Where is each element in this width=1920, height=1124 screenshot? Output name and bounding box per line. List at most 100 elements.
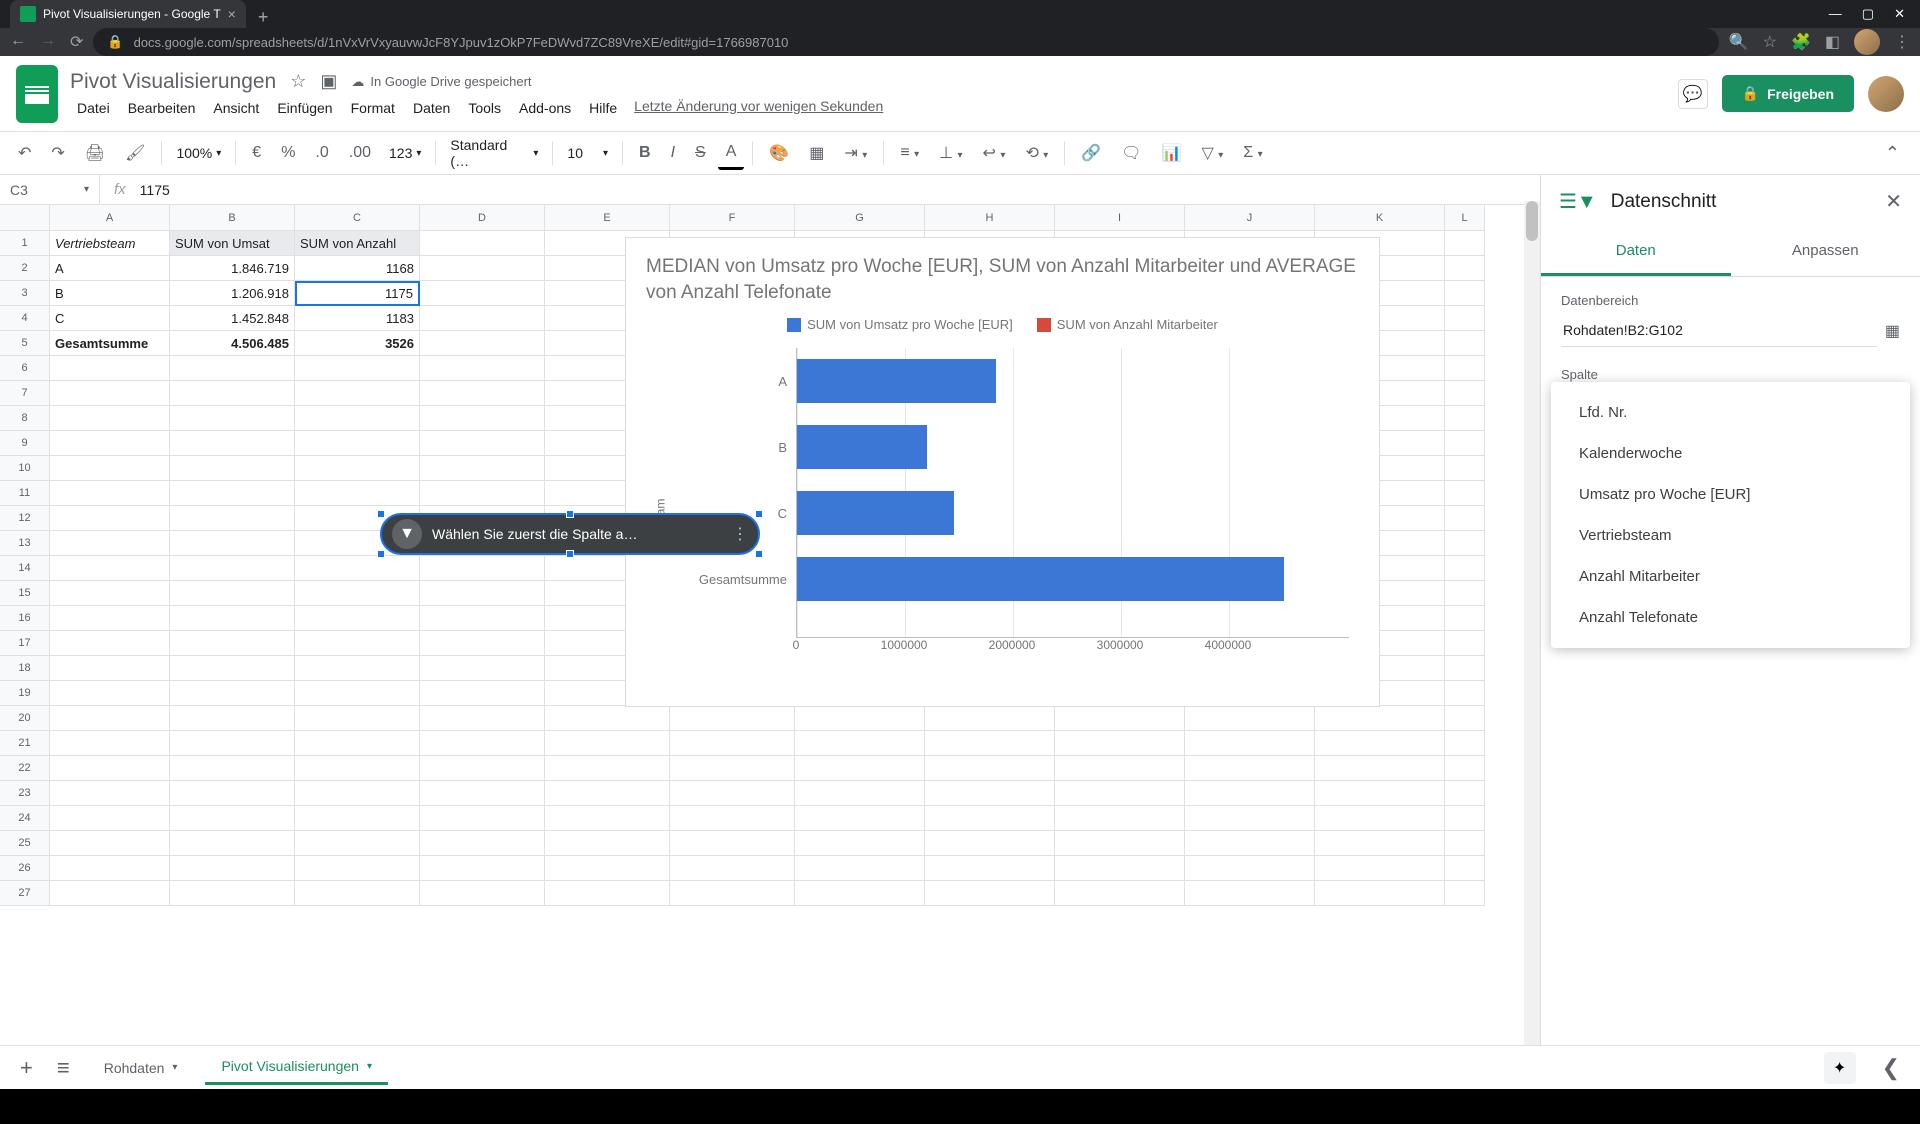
cell[interactable] — [420, 631, 545, 656]
cell[interactable] — [925, 881, 1055, 906]
cell[interactable] — [795, 806, 925, 831]
browser-tab[interactable]: Pivot Visualisierungen - Google T × — [10, 0, 246, 28]
cell[interactable] — [1055, 806, 1185, 831]
row-header[interactable]: 22 — [0, 756, 50, 781]
dec-decrease-button[interactable]: .0 — [307, 138, 336, 168]
menu-format[interactable]: Format — [344, 98, 402, 118]
cell[interactable] — [925, 731, 1055, 756]
comment-button[interactable]: 🗨 — [1113, 137, 1149, 169]
col-header[interactable]: I — [1055, 205, 1185, 231]
cell[interactable] — [295, 781, 420, 806]
more-icon[interactable]: ⋮ — [732, 524, 748, 544]
menu-hilfe[interactable]: Hilfe — [582, 98, 624, 118]
cell[interactable] — [545, 806, 670, 831]
cell[interactable] — [1055, 881, 1185, 906]
cell[interactable] — [1445, 306, 1485, 331]
undo-button[interactable]: ↶ — [10, 137, 39, 169]
italic-button[interactable]: I — [663, 138, 683, 168]
cell[interactable] — [545, 706, 670, 731]
slicer-object[interactable]: ▼ Wählen Sie zuerst die Spalte a… ⋮ — [380, 513, 760, 555]
cell[interactable] — [170, 606, 295, 631]
cell[interactable] — [1445, 881, 1485, 906]
cell[interactable] — [295, 606, 420, 631]
cell[interactable] — [50, 456, 170, 481]
cell[interactable] — [1315, 731, 1445, 756]
cell[interactable] — [795, 781, 925, 806]
move-icon[interactable]: ▣ — [320, 71, 337, 92]
cell[interactable] — [420, 356, 545, 381]
row-header[interactable]: 19 — [0, 681, 50, 706]
cell[interactable] — [295, 481, 420, 506]
cell[interactable] — [50, 806, 170, 831]
column-option[interactable]: Anzahl Mitarbeiter — [1551, 556, 1910, 597]
cell[interactable] — [295, 706, 420, 731]
cell[interactable] — [545, 881, 670, 906]
cell[interactable] — [1315, 856, 1445, 881]
cell[interactable] — [1185, 856, 1315, 881]
menu-datei[interactable]: Datei — [70, 98, 117, 118]
cell[interactable] — [50, 831, 170, 856]
data-range-input[interactable] — [1561, 314, 1877, 347]
cell[interactable] — [925, 781, 1055, 806]
cell[interactable] — [170, 781, 295, 806]
cell[interactable]: C — [50, 306, 170, 331]
dec-increase-button[interactable]: .00 — [341, 138, 379, 168]
row-header[interactable]: 4 — [0, 306, 50, 331]
link-button[interactable]: 🔗 — [1073, 137, 1109, 169]
address-bar[interactable]: 🔒 docs.google.com/spreadsheets/d/1nVxVrV… — [93, 28, 1718, 56]
cell[interactable] — [1185, 806, 1315, 831]
row-header[interactable]: 2 — [0, 256, 50, 281]
cell[interactable] — [925, 831, 1055, 856]
cell[interactable] — [1445, 331, 1485, 356]
menu-addons[interactable]: Add-ons — [512, 98, 578, 118]
cell[interactable]: 1183 — [295, 306, 420, 331]
cell[interactable] — [420, 831, 545, 856]
cell[interactable] — [795, 731, 925, 756]
row-header[interactable]: 24 — [0, 806, 50, 831]
cell[interactable] — [170, 456, 295, 481]
cell[interactable] — [670, 731, 795, 756]
cell[interactable] — [295, 656, 420, 681]
cell[interactable] — [420, 606, 545, 631]
cell[interactable] — [170, 581, 295, 606]
cell[interactable] — [295, 756, 420, 781]
column-option[interactable]: Umsatz pro Woche [EUR] — [1551, 474, 1910, 515]
cell[interactable] — [170, 406, 295, 431]
col-header[interactable]: E — [545, 205, 670, 231]
cell[interactable] — [1445, 856, 1485, 881]
row-header[interactable]: 17 — [0, 631, 50, 656]
cell[interactable] — [1055, 756, 1185, 781]
cell[interactable] — [1445, 431, 1485, 456]
cell[interactable] — [420, 706, 545, 731]
menu-ansicht[interactable]: Ansicht — [206, 98, 266, 118]
star-icon[interactable]: ☆ — [290, 71, 306, 92]
cell[interactable] — [50, 881, 170, 906]
cell[interactable] — [1445, 281, 1485, 306]
add-sheet-button[interactable]: + — [14, 1055, 39, 1081]
profile-avatar[interactable] — [1854, 29, 1880, 55]
cell[interactable] — [1315, 831, 1445, 856]
grid-select-icon[interactable]: ▦ — [1885, 321, 1900, 341]
cell[interactable] — [170, 381, 295, 406]
functions-button[interactable]: Σ ▾ — [1235, 138, 1270, 168]
sidebar-collapse-icon[interactable]: ❮ — [1876, 1055, 1906, 1081]
cell[interactable] — [545, 831, 670, 856]
currency-button[interactable]: € — [244, 138, 269, 168]
row-header[interactable]: 27 — [0, 881, 50, 906]
cell[interactable] — [295, 431, 420, 456]
menu-tools[interactable]: Tools — [461, 98, 508, 118]
cell[interactable] — [1445, 656, 1485, 681]
cell[interactable] — [50, 481, 170, 506]
collapse-toolbar-icon[interactable]: ⌃ — [1875, 143, 1910, 164]
cell[interactable] — [1055, 731, 1185, 756]
cell[interactable] — [170, 531, 295, 556]
cell[interactable] — [420, 881, 545, 906]
cell[interactable] — [795, 706, 925, 731]
cell[interactable] — [50, 781, 170, 806]
cell[interactable] — [295, 556, 420, 581]
col-header[interactable]: G — [795, 205, 925, 231]
bold-button[interactable]: B — [631, 138, 659, 168]
reload-icon[interactable]: ⟳ — [70, 32, 83, 52]
cell[interactable] — [670, 706, 795, 731]
back-icon[interactable]: ← — [10, 32, 26, 52]
